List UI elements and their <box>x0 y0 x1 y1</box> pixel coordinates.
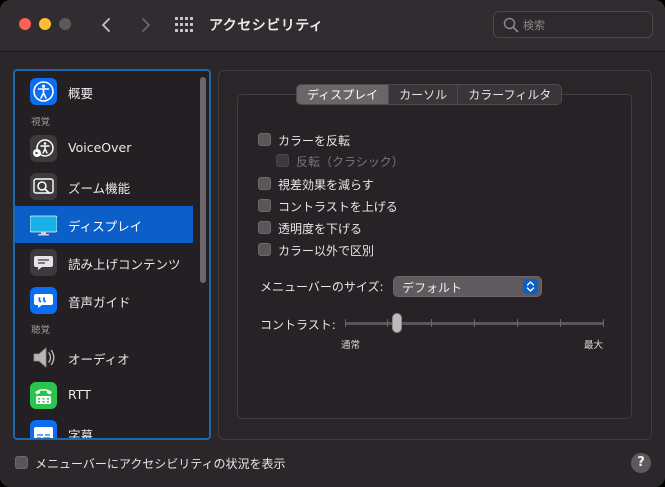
menubar-size-popup[interactable]: デフォルト <box>393 276 542 297</box>
close-button[interactable] <box>19 18 31 30</box>
popup-arrows-icon <box>523 279 538 294</box>
title-bar: アクセシビリティ <box>0 0 665 52</box>
tab-pointer[interactable]: カーソル <box>389 85 459 104</box>
slider-tick <box>345 319 346 327</box>
tab-bar: ディスプレイ カーソル カラーフィルタ <box>296 84 563 105</box>
contrast-min-label: 通常 <box>341 340 361 351</box>
sidebar-item-voiceover[interactable]: VoiceOver <box>15 130 193 167</box>
checkbox[interactable] <box>258 133 271 146</box>
checkbox <box>276 154 289 167</box>
contrast-label: コントラスト: <box>260 318 336 332</box>
search-icon <box>503 17 519 33</box>
sidebar-item-label: RTT <box>68 387 91 402</box>
sidebar-item-label: VoiceOver <box>68 140 132 155</box>
descriptions-icon <box>30 287 57 314</box>
preferences-window: アクセシビリティ 概要 視覚 <box>0 0 665 487</box>
search-field[interactable] <box>493 11 653 38</box>
sidebar-item-zoom[interactable]: ズーム機能 <box>15 168 193 205</box>
captions-icon <box>30 420 57 438</box>
sidebar-item-overview[interactable]: 概要 <box>15 73 193 110</box>
rtt-icon <box>30 382 57 409</box>
zoom-button[interactable] <box>59 18 71 30</box>
sidebar-item-captions[interactable]: 字幕 <box>15 415 193 440</box>
contrast-max-label: 最大 <box>584 340 604 351</box>
option-label: コントラストを上げる <box>278 200 398 214</box>
slider-tick <box>431 319 432 327</box>
checkbox[interactable] <box>258 199 271 212</box>
window-title: アクセシビリティ <box>209 18 324 34</box>
chevron-right-icon <box>142 18 150 32</box>
minimize-button[interactable] <box>39 18 51 30</box>
slider-tick <box>603 319 604 327</box>
sidebar-item-spoken-content[interactable]: 読み上げコンテンツ <box>15 244 193 281</box>
sidebar-item-label: オーディオ <box>68 352 130 367</box>
tab-display[interactable]: ディスプレイ <box>297 85 390 104</box>
zoom-icon <box>30 173 57 200</box>
sidebar-item-label: 音声ガイド <box>68 295 131 310</box>
slider-tick <box>474 319 475 327</box>
sidebar-item-label: 概要 <box>68 86 94 101</box>
option-label: カラー以外で区別 <box>278 244 375 258</box>
option-label: 反転（クラシック） <box>296 155 404 169</box>
search-input[interactable] <box>523 16 643 34</box>
contrast-slider-knob[interactable] <box>392 313 402 333</box>
question-mark-icon: ? <box>637 455 645 470</box>
grid-icon <box>175 17 193 32</box>
speaker-icon <box>33 347 55 368</box>
sidebar-item-display[interactable]: ディスプレイ <box>15 206 193 243</box>
option-label: 視差効果を減らす <box>278 178 374 192</box>
option-label: カラーを反転 <box>278 134 351 148</box>
slider-tick <box>560 319 561 327</box>
checkbox[interactable] <box>258 221 271 234</box>
sidebar-item-descriptions[interactable]: 音声ガイド <box>15 282 193 319</box>
help-button[interactable]: ? <box>631 453 651 473</box>
checkbox[interactable] <box>258 177 271 190</box>
sidebar-item-label: ズーム機能 <box>68 181 131 196</box>
forward-button[interactable] <box>134 13 156 37</box>
sidebar-scrollbar[interactable] <box>200 77 206 283</box>
sidebar-item-audio[interactable]: オーディオ <box>15 339 193 376</box>
slider-tick <box>517 319 518 327</box>
option-label: 透明度を下げる <box>278 222 363 236</box>
popup-value: デフォルト <box>402 281 463 295</box>
back-button[interactable] <box>96 13 118 37</box>
display-icon <box>30 215 57 236</box>
accessibility-icon <box>30 78 57 105</box>
menubar-size-label: メニューバーのサイズ: <box>260 280 384 294</box>
sidebar[interactable]: 概要 視覚 VoiceOver ズーム機能 ディスプレイ 読み上げコンテンツ 音… <box>13 69 211 440</box>
checkbox[interactable] <box>258 243 271 256</box>
sidebar-section-vision: 視覚 <box>31 117 51 128</box>
sidebar-section-hearing: 聴覚 <box>31 325 51 336</box>
chevron-left-icon <box>102 18 110 32</box>
show-all-button[interactable] <box>174 15 194 35</box>
sidebar-item-label: ディスプレイ <box>68 219 143 234</box>
sidebar-item-label: 読み上げコンテンツ <box>68 257 181 272</box>
slider-tick <box>387 319 388 327</box>
sidebar-item-label: 字幕 <box>68 428 94 440</box>
tab-color-filters[interactable]: カラーフィルタ <box>458 85 561 104</box>
voiceover-icon <box>30 135 57 162</box>
checkbox[interactable] <box>15 456 28 469</box>
spoken-content-icon <box>30 249 57 276</box>
option-label: メニューバーにアクセシビリティの状況を表示 <box>35 457 286 471</box>
sidebar-item-rtt[interactable]: RTT <box>15 377 193 414</box>
